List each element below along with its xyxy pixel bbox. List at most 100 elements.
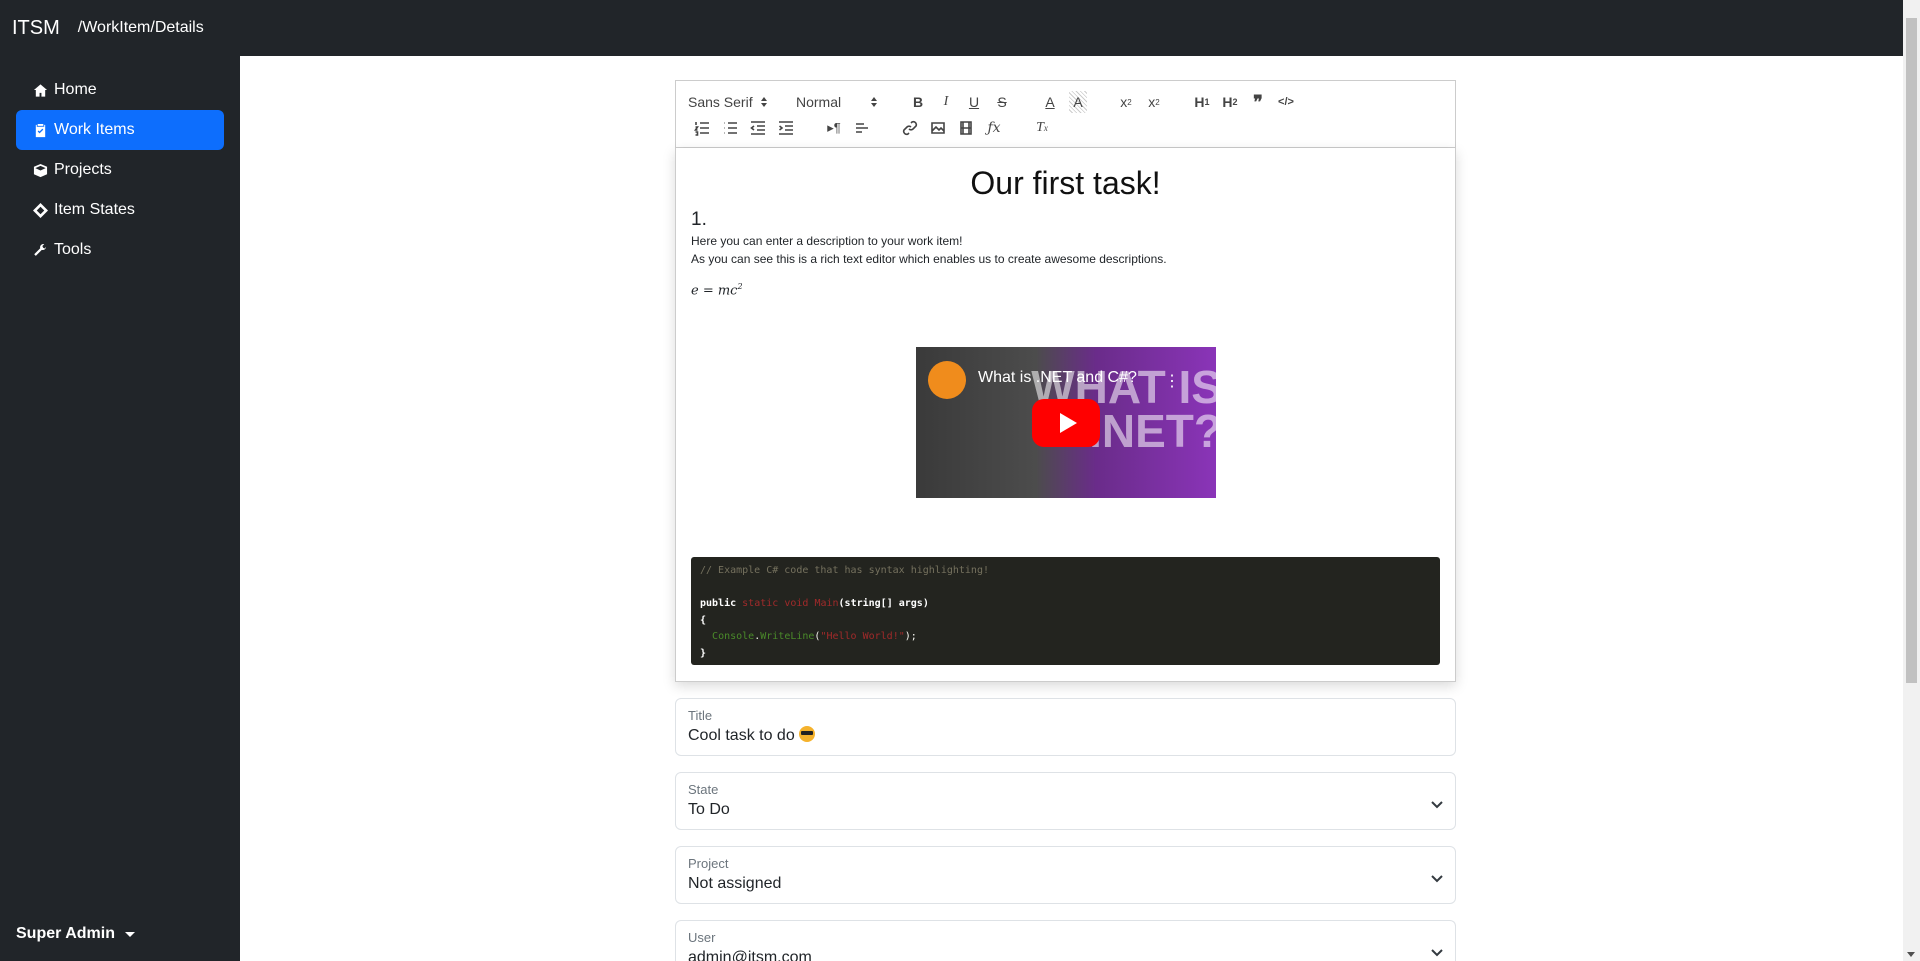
- sidebar-item-label: Tools: [54, 241, 92, 258]
- formula-icon[interactable]: ƒx: [980, 117, 1008, 139]
- sidebar-item-label: Work Items: [54, 121, 135, 138]
- math-base: e = mc: [691, 283, 738, 299]
- math-exponent: 2: [737, 282, 743, 291]
- editor-toolbar: Sans Serif Normal B I U S A A x2 x2 H1 H…: [675, 80, 1456, 148]
- sidebar-item-item-states[interactable]: Item States: [16, 190, 224, 230]
- bullet-list-icon[interactable]: [716, 117, 744, 139]
- top-navbar: ITSM /WorkItem/Details: [0, 0, 1920, 56]
- scroll-down-arrow-icon[interactable]: [1907, 952, 1915, 957]
- chevron-down-icon: [1431, 797, 1443, 809]
- align-icon[interactable]: [848, 117, 876, 139]
- title-field[interactable]: Title Cool task to do: [675, 698, 1456, 756]
- user-name: Super Admin: [16, 925, 115, 942]
- clipboard-icon: [32, 122, 48, 138]
- content-heading: Our first task!: [970, 165, 1161, 201]
- sidebar-item-home[interactable]: Home: [16, 70, 224, 110]
- user-label: User: [688, 930, 716, 945]
- picker-arrows-icon: [760, 97, 767, 107]
- font-picker[interactable]: Sans Serif: [688, 91, 796, 113]
- code-method: WriteLine: [760, 631, 815, 642]
- ordered-list-number: 1.: [691, 209, 707, 230]
- state-value: To Do: [688, 801, 730, 818]
- link-icon[interactable]: [896, 117, 924, 139]
- picker-arrows-icon: [871, 97, 878, 107]
- code-string: "Hello World!": [820, 631, 905, 642]
- heading2-icon[interactable]: H2: [1216, 91, 1244, 113]
- title-value: Cool task to do: [688, 725, 1443, 747]
- outdent-icon[interactable]: [744, 117, 772, 139]
- subscript-icon[interactable]: x2: [1112, 91, 1140, 113]
- blockquote-icon[interactable]: ❞: [1244, 91, 1272, 113]
- sidebar: Home Work Items Projects Item States Too…: [0, 56, 240, 961]
- video-overlay-line-2: .NET?: [1089, 405, 1216, 457]
- project-label: Project: [688, 856, 729, 871]
- font-picker-label: Sans Serif: [688, 94, 753, 110]
- ordered-list-icon[interactable]: [688, 117, 716, 139]
- code-comment: // Example C# code that has syntax highl…: [700, 565, 989, 576]
- code-keyword: public: [700, 598, 737, 609]
- user-value: admin@itsm.com: [688, 949, 812, 961]
- underline-icon[interactable]: U: [960, 91, 988, 113]
- code-block[interactable]: // Example C# code that has syntax highl…: [691, 557, 1440, 665]
- title-label: Title: [688, 708, 713, 723]
- sidebar-item-work-items[interactable]: Work Items: [16, 110, 224, 150]
- description-line-2: As you can see this is a rich text edito…: [691, 252, 1167, 266]
- strike-icon[interactable]: S: [988, 91, 1016, 113]
- user-dropdown[interactable]: Super Admin: [16, 925, 135, 943]
- heading1-icon[interactable]: H1: [1188, 91, 1216, 113]
- play-button[interactable]: [1032, 399, 1100, 447]
- more-options-icon[interactable]: ⋮: [1164, 371, 1180, 391]
- box-icon: [32, 162, 48, 178]
- editor-content[interactable]: Our first task! 1. Here you can enter a …: [675, 148, 1456, 682]
- background-color-icon[interactable]: A: [1069, 91, 1087, 113]
- code-keyword: void: [784, 598, 809, 609]
- description-line-1: Here you can enter a description to your…: [691, 234, 963, 248]
- clear-format-icon[interactable]: Tx: [1028, 117, 1056, 139]
- sidebar-item-tools[interactable]: Tools: [16, 230, 224, 270]
- superscript-icon[interactable]: x2: [1140, 91, 1168, 113]
- video-icon[interactable]: [952, 117, 980, 139]
- italic-icon[interactable]: I: [932, 91, 960, 113]
- code-method: Main: [814, 598, 839, 609]
- embedded-video[interactable]: WHAT IS .NET? What is .NET and C#? ⋮: [916, 347, 1216, 498]
- brand-logo[interactable]: ITSM: [12, 17, 60, 40]
- rich-text-editor: Sans Serif Normal B I U S A A x2 x2 H1 H…: [675, 80, 1456, 682]
- size-picker[interactable]: Normal: [796, 91, 904, 113]
- text-direction-icon[interactable]: ▸¶: [820, 117, 848, 139]
- chevron-down-icon: [1431, 871, 1443, 883]
- size-picker-label: Normal: [796, 94, 842, 110]
- page-scrollbar[interactable]: [1903, 0, 1920, 961]
- image-icon[interactable]: [924, 117, 952, 139]
- sidebar-item-projects[interactable]: Projects: [16, 150, 224, 190]
- user-select[interactable]: User admin@itsm.com: [675, 920, 1456, 961]
- code-params: (string[] args): [838, 598, 929, 609]
- math-formula: e = mc2: [691, 282, 1440, 298]
- code-brace: }: [700, 647, 707, 659]
- indent-icon[interactable]: [772, 117, 800, 139]
- wrench-icon: [32, 242, 48, 258]
- state-select[interactable]: State To Do: [675, 772, 1456, 830]
- video-title[interactable]: What is .NET and C#?: [978, 369, 1137, 387]
- code-block-icon[interactable]: </>: [1272, 91, 1300, 113]
- scrollbar-thumb[interactable]: [1906, 18, 1917, 683]
- chevron-down-icon: [1431, 945, 1443, 957]
- breadcrumb: /WorkItem/Details: [77, 19, 204, 36]
- sidebar-item-label: Home: [54, 81, 97, 98]
- code-paren: );: [904, 631, 917, 642]
- bold-icon[interactable]: B: [904, 91, 932, 113]
- project-select[interactable]: Project Not assigned: [675, 846, 1456, 904]
- code-brace: {: [700, 614, 707, 626]
- diamond-icon: [32, 202, 48, 218]
- play-icon: [1059, 413, 1077, 433]
- sunglasses-emoji-icon: [799, 726, 816, 742]
- caret-down-icon: [124, 931, 135, 937]
- project-value: Not assigned: [688, 875, 782, 892]
- text-color-icon[interactable]: A: [1036, 91, 1064, 113]
- state-label: State: [688, 782, 719, 797]
- home-icon: [32, 82, 48, 98]
- channel-avatar[interactable]: [928, 361, 966, 399]
- sidebar-item-label: Projects: [54, 161, 112, 178]
- sidebar-nav: Home Work Items Projects Item States Too…: [0, 56, 240, 270]
- code-class: Console: [712, 631, 755, 642]
- sidebar-item-label: Item States: [54, 201, 135, 218]
